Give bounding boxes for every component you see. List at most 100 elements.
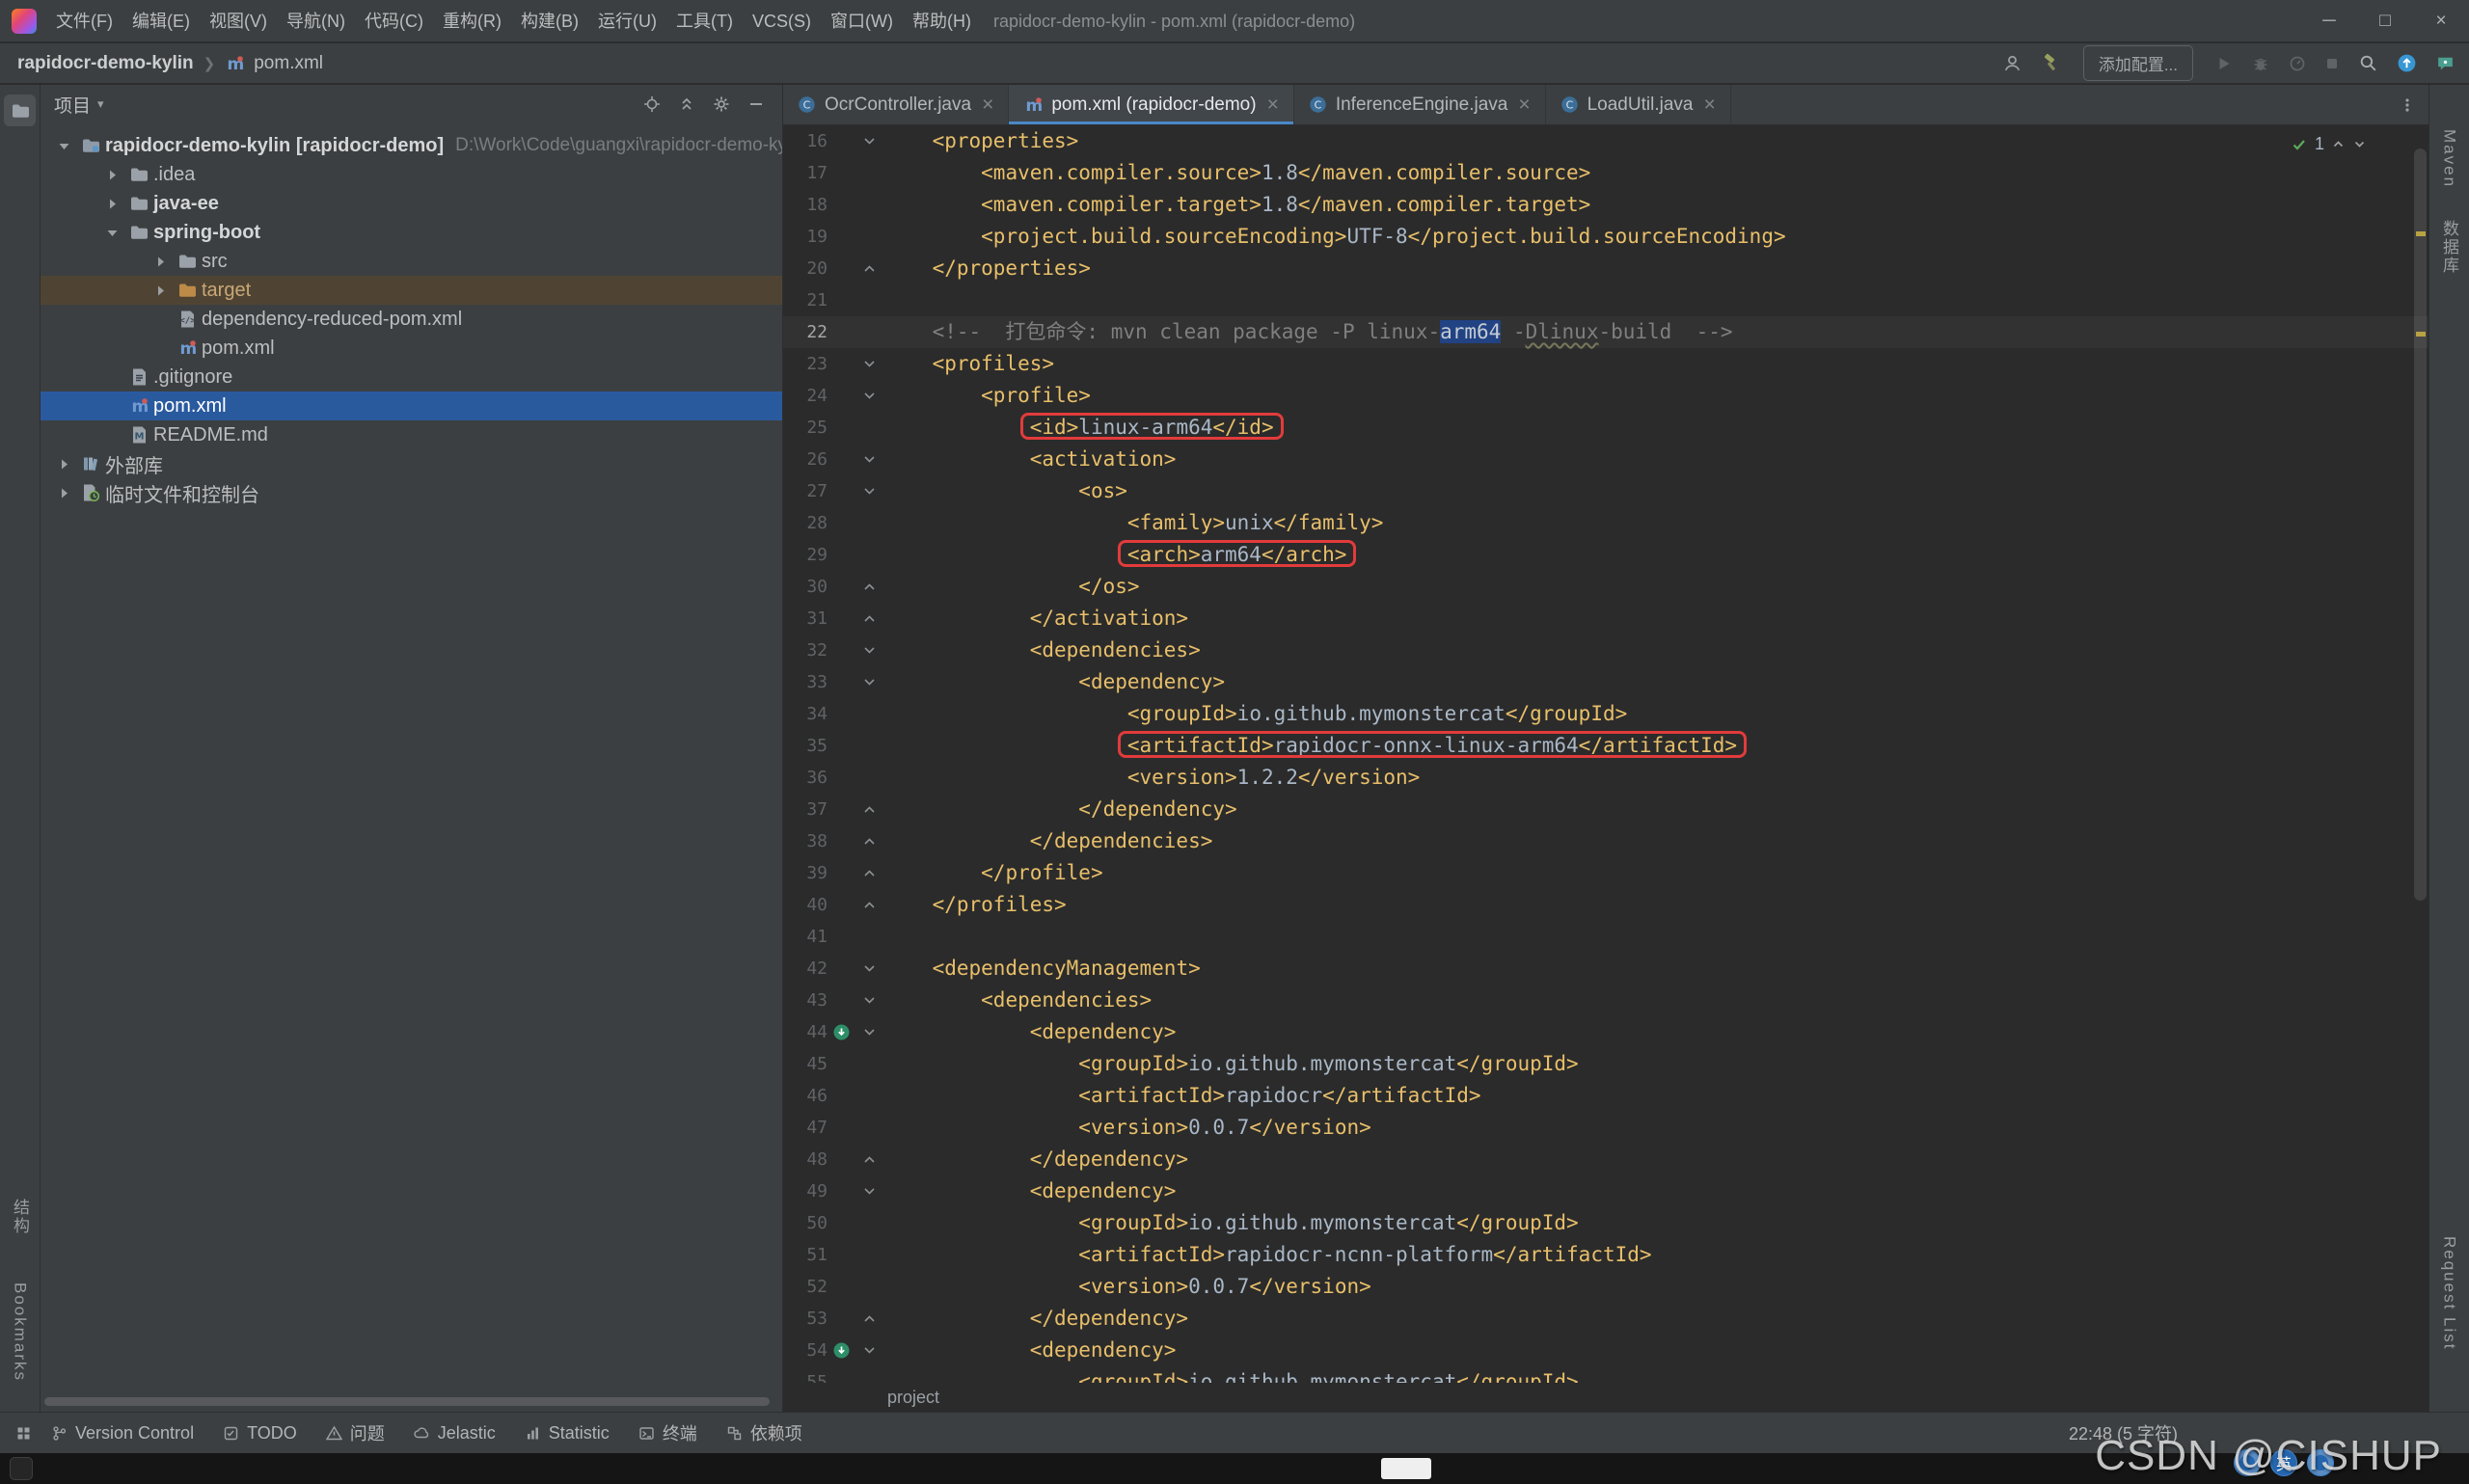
code-editor[interactable]: 16 <properties> 17 <maven.compiler.source… [783,125,2428,1383]
code-line[interactable]: 54 <dependency> [783,1335,2428,1366]
fold-collapse-icon[interactable] [855,475,883,507]
code-line[interactable]: 27 <os> [783,475,2428,507]
fold-end-icon[interactable] [855,1303,883,1335]
code-line[interactable]: 45 <groupId>io.github.mymonstercat</grou… [783,1048,2428,1080]
inspections-widget[interactable]: 1 [2284,132,2373,156]
request-list-tool-button[interactable]: Request List [2440,1236,2459,1351]
code-line[interactable]: 44 <dependency> [783,1016,2428,1048]
run-icon[interactable] [2215,55,2233,72]
add-configuration-button[interactable]: 添加配置... [2082,45,2193,81]
code-line[interactable]: 46 <artifactId>rapidocr</artifactId> [783,1080,2428,1112]
code-line[interactable]: 35 <artifactId>rapidocr-onnx-linux-arm64… [783,730,2428,762]
code-line[interactable]: 19 <project.build.sourceEncoding>UTF-8</… [783,221,2428,253]
code-line[interactable]: 25 <id>linux-arm64</id> [783,412,2428,444]
warning-stripe-mark[interactable] [2416,332,2426,337]
chevron-expanded-icon[interactable] [100,225,124,241]
toolwindow-button[interactable]: 问题 [325,1420,385,1445]
close-tab-icon[interactable]: × [982,94,993,117]
menu-item[interactable]: 运行(U) [588,0,666,42]
fold-collapse-icon[interactable] [855,1016,883,1048]
toolwindow-button[interactable]: Version Control [51,1423,194,1444]
fold-end-icon[interactable] [855,1144,883,1175]
chevron-expanded-icon[interactable] [52,138,76,154]
menu-item[interactable]: 视图(V) [200,0,277,42]
menu-item[interactable]: 构建(B) [511,0,588,42]
tree-row[interactable]: src [41,247,782,276]
maven-dependency-icon[interactable] [828,1016,855,1048]
code-line[interactable]: 24 <profile> [783,380,2428,412]
locate-icon[interactable] [643,95,661,113]
tree-row[interactable]: rapidocr-demo-kylin [rapidocr-demo] D:\Wo… [41,131,782,160]
chevron-up-icon[interactable] [2331,137,2346,151]
fold-collapse-icon[interactable] [855,380,883,412]
code-line[interactable]: 21 [783,284,2428,316]
breadcrumb-project[interactable]: rapidocr-demo-kylin [17,53,194,74]
close-button[interactable]: × [2413,0,2469,42]
maven-tool-button[interactable]: Maven [2440,129,2459,188]
close-tab-icon[interactable]: × [1703,94,1715,117]
menu-item[interactable]: 代码(C) [355,0,433,42]
tree-row[interactable]: .idea [41,160,782,189]
notifications-icon[interactable] [2435,53,2455,73]
update-icon[interactable] [2397,53,2417,73]
fold-end-icon[interactable] [855,794,883,825]
tree-row[interactable]: spring-boot [41,218,782,247]
menu-item[interactable]: 帮助(H) [903,0,981,42]
tree-row[interactable]: 外部库 [41,449,782,478]
menu-item[interactable]: 文件(F) [46,0,122,42]
project-tool-button[interactable] [4,94,36,126]
fold-collapse-icon[interactable] [855,666,883,698]
structure-tool-button[interactable]: 结构 [8,1199,32,1235]
code-line[interactable]: 53 </dependency> [783,1303,2428,1335]
fold-collapse-icon[interactable] [855,125,883,157]
minimize-button[interactable]: ─ [2301,0,2357,42]
code-line[interactable]: 26 <activation> [783,444,2428,475]
fold-collapse-icon[interactable] [855,348,883,380]
code-line[interactable]: 36 <version>1.2.2</version> [783,762,2428,794]
code-line[interactable]: 30 </os> [783,571,2428,603]
editor-tab[interactable]: C InferenceEngine.java × [1294,85,1546,124]
code-line[interactable]: 34 <groupId>io.github.mymonstercat</grou… [783,698,2428,730]
fold-collapse-icon[interactable] [855,634,883,666]
chevron-collapsed-icon[interactable] [52,485,76,501]
chevron-collapsed-icon[interactable] [149,283,173,299]
fold-end-icon[interactable] [855,603,883,634]
fold-collapse-icon[interactable] [855,985,883,1016]
toolwindow-button[interactable]: 依赖项 [726,1420,802,1445]
menu-item[interactable]: 导航(N) [277,0,355,42]
code-line[interactable]: 42 <dependencyManagement> [783,953,2428,985]
warning-stripe-mark[interactable] [2416,231,2426,236]
code-line[interactable]: 22 <!-- 打包命令: mvn clean package -P linux… [783,316,2428,348]
code-line[interactable]: 48 </dependency> [783,1144,2428,1175]
code-line[interactable]: 16 <properties> [783,125,2428,157]
toolwindow-button[interactable]: 终端 [638,1420,697,1445]
fold-collapse-icon[interactable] [855,953,883,985]
tree-row[interactable]: M README.md [41,420,782,449]
database-tool-button[interactable]: 数据库 [2437,220,2461,275]
settings-icon[interactable] [713,95,730,113]
menu-item[interactable]: 窗口(W) [821,0,903,42]
tree-row[interactable]: target [41,276,782,305]
collapse-all-icon[interactable] [678,95,695,113]
code-line[interactable]: 51 <artifactId>rapidocr-ncnn-platform</a… [783,1239,2428,1271]
chevron-collapsed-icon[interactable] [100,167,124,183]
fold-end-icon[interactable] [855,571,883,603]
code-line[interactable]: 52 <version>0.0.7</version> [783,1271,2428,1303]
chevron-down-icon[interactable] [2352,137,2367,151]
code-line[interactable]: 23 <profiles> [783,348,2428,380]
toolwindow-button[interactable]: TODO [223,1423,297,1444]
code-line[interactable]: 20 </properties> [783,253,2428,284]
chevron-down-icon[interactable]: ▾ [97,96,104,112]
fold-end-icon[interactable] [855,857,883,889]
more-tabs-icon[interactable] [2386,85,2428,124]
menu-item[interactable]: 编辑(E) [122,0,200,42]
stop-icon[interactable] [2324,56,2340,71]
tree-row[interactable]: m pom.xml [41,391,782,420]
code-line[interactable]: 40 </profiles> [783,889,2428,921]
taskbar-icon[interactable] [10,1457,33,1480]
editor-breadcrumb[interactable]: project [783,1383,2428,1412]
tree-row[interactable]: </> dependency-reduced-pom.xml [41,305,782,334]
code-line[interactable]: 39 </profile> [783,857,2428,889]
fold-collapse-icon[interactable] [855,1335,883,1366]
code-line[interactable]: 18 <maven.compiler.target>1.8</maven.com… [783,189,2428,221]
